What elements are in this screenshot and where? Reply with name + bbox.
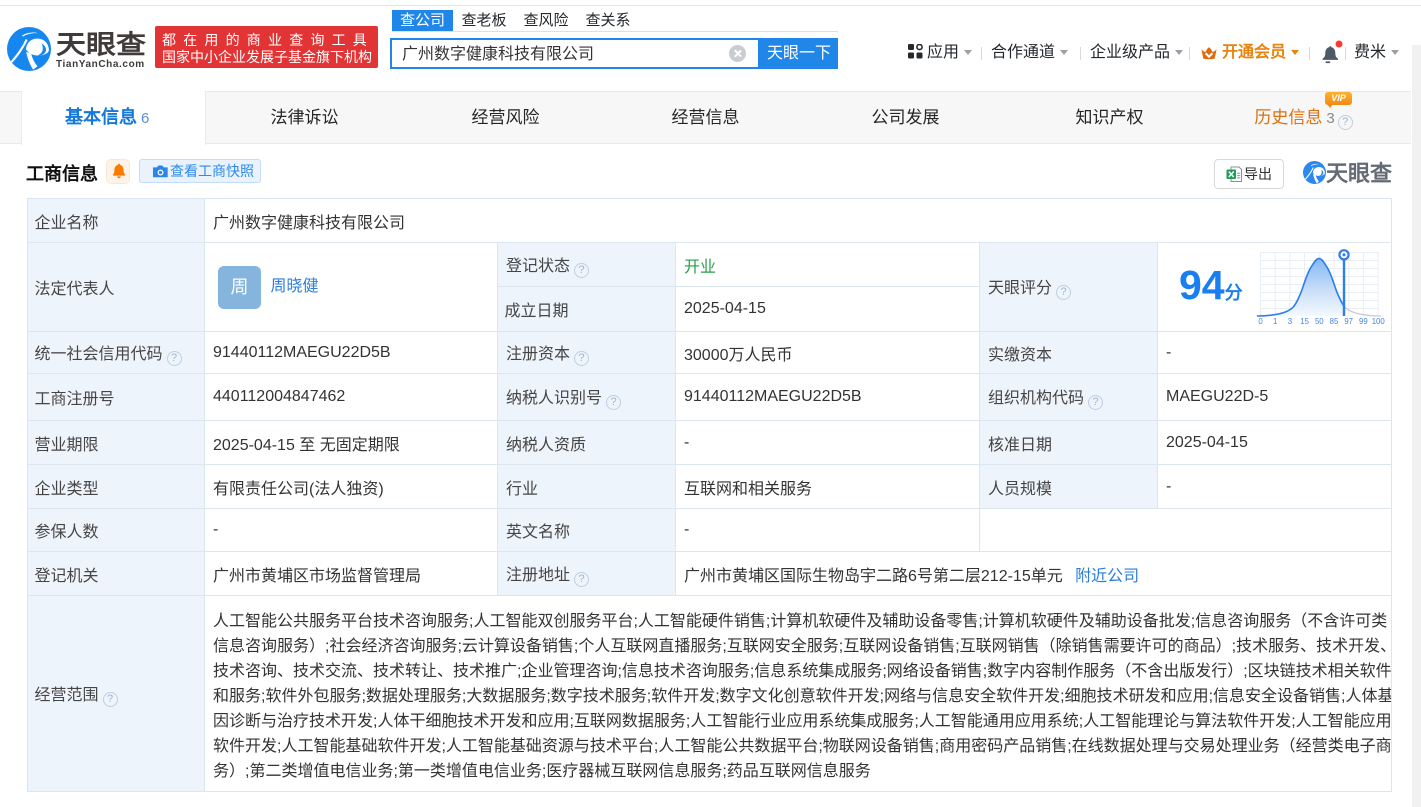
svg-text:50: 50 (1315, 317, 1324, 326)
svg-text:0: 0 (1258, 317, 1263, 326)
svg-text:97: 97 (1344, 317, 1353, 326)
svg-text:99: 99 (1359, 317, 1368, 326)
svg-text:85: 85 (1330, 317, 1339, 326)
svg-text:1: 1 (1273, 317, 1277, 326)
svg-text:100: 100 (1372, 317, 1385, 326)
svg-text:3: 3 (1288, 317, 1292, 326)
svg-text:15: 15 (1300, 317, 1309, 326)
